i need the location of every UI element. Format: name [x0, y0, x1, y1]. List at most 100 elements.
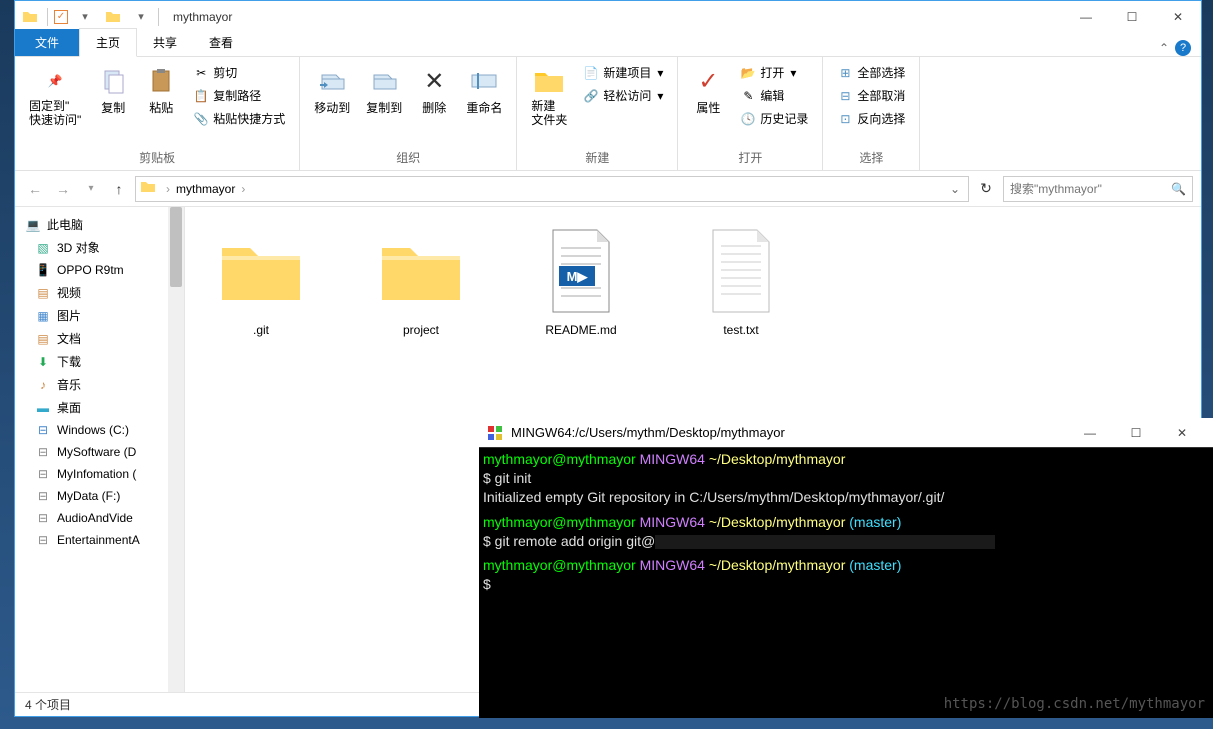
redacted-text — [655, 535, 995, 549]
new-item-button[interactable]: 📄新建项目▾ — [577, 61, 669, 84]
recent-dropdown[interactable]: ▾ — [79, 177, 103, 201]
terminal-body[interactable]: mythmayor@mythmayor MINGW64 ~/Desktop/my… — [479, 448, 1213, 718]
tab-view[interactable]: 查看 — [193, 29, 249, 56]
tree-this-pc[interactable]: 💻此电脑 — [15, 213, 184, 236]
rename-button[interactable]: 重命名 — [460, 61, 508, 120]
git-bash-icon — [487, 425, 503, 441]
maximize-button[interactable]: ☐ — [1113, 418, 1159, 448]
breadcrumb-dropdown[interactable]: ⌄ — [946, 182, 964, 196]
desktop-icon: ▬ — [35, 400, 51, 416]
ribbon-group-new: 新建 文件夹 📄新建项目▾ 🔗轻松访问▾ 新建 — [517, 57, 678, 170]
tree-3d-objects[interactable]: ▧3D 对象 — [15, 236, 184, 259]
copy-button[interactable]: 复制 — [91, 61, 135, 120]
documents-icon: ▤ — [35, 331, 51, 347]
terminal-title-bar: MINGW64:/c/Users/mythm/Desktop/mythmayor… — [479, 418, 1213, 448]
tab-file[interactable]: 文件 — [15, 29, 79, 56]
tree-drive-e[interactable]: ⊟MyInfomation ( — [15, 463, 184, 485]
tree-drive-d[interactable]: ⊟MySoftware (D — [15, 441, 184, 463]
txt-file-icon — [693, 223, 789, 319]
window-controls: — ☐ ✕ — [1063, 2, 1201, 32]
chevron-up-icon: ⌃ — [1159, 41, 1169, 55]
minimize-button[interactable]: — — [1067, 418, 1113, 448]
tree-drive-g[interactable]: ⊟AudioAndVide — [15, 507, 184, 529]
cut-button[interactable]: ✂剪切 — [187, 61, 291, 84]
file-item-test[interactable]: test.txt — [681, 223, 801, 337]
3d-icon: ▧ — [35, 240, 51, 256]
ribbon-collapse[interactable]: ⌃? — [1159, 40, 1201, 56]
nav-tree[interactable]: 💻此电脑 ▧3D 对象 📱OPPO R9tm ▤视频 ▦图片 ▤文档 ⬇下载 ♪… — [15, 207, 185, 692]
tree-documents[interactable]: ▤文档 — [15, 327, 184, 350]
item-count: 4 个项目 — [25, 696, 71, 713]
breadcrumb[interactable]: › mythmayor › ⌄ — [135, 176, 969, 202]
back-button[interactable]: ← — [23, 177, 47, 201]
dropdown-icon[interactable]: ▾ — [130, 6, 152, 28]
terminal-title: MINGW64:/c/Users/mythm/Desktop/mythmayor — [511, 425, 785, 440]
folder-icon — [373, 223, 469, 319]
refresh-button[interactable]: ↻ — [973, 176, 999, 202]
drive-icon: ⊟ — [35, 466, 51, 482]
dropdown-icon[interactable]: ▾ — [74, 6, 96, 28]
folder-icon — [140, 179, 160, 199]
new-folder-button[interactable]: 新建 文件夹 — [525, 61, 573, 132]
close-button[interactable]: ✕ — [1155, 2, 1201, 32]
terminal-window-controls: — ☐ ✕ — [1067, 418, 1205, 448]
breadcrumb-item[interactable]: mythmayor — [172, 182, 239, 196]
paste-shortcut-button[interactable]: 📎粘贴快捷方式 — [187, 107, 291, 130]
select-all-button[interactable]: ⊞全部选择 — [831, 61, 911, 84]
scrollbar[interactable] — [168, 207, 184, 692]
tree-drive-c[interactable]: ⊟Windows (C:) — [15, 419, 184, 441]
tree-music[interactable]: ♪音乐 — [15, 373, 184, 396]
close-button[interactable]: ✕ — [1159, 418, 1205, 448]
up-button[interactable]: ↑ — [107, 177, 131, 201]
chevron-down-icon: ▾ — [790, 66, 796, 80]
copy-path-button[interactable]: 📋复制路径 — [187, 84, 291, 107]
copy-to-button[interactable]: 复制到 — [360, 61, 408, 120]
easy-access-button[interactable]: 🔗轻松访问▾ — [577, 84, 669, 107]
chevron-right-icon[interactable]: › — [164, 182, 172, 196]
cut-icon: ✂ — [193, 65, 209, 81]
open-button[interactable]: 📂打开▾ — [734, 61, 814, 84]
scrollbar-thumb[interactable] — [170, 207, 182, 287]
edit-button[interactable]: ✎编辑 — [734, 84, 814, 107]
minimize-button[interactable]: — — [1063, 2, 1109, 32]
select-none-button[interactable]: ⊟全部取消 — [831, 84, 911, 107]
tab-share[interactable]: 共享 — [137, 29, 193, 56]
phone-icon: 📱 — [35, 262, 51, 278]
tree-downloads[interactable]: ⬇下载 — [15, 350, 184, 373]
search-icon[interactable]: 🔍 — [1171, 182, 1186, 196]
maximize-button[interactable]: ☐ — [1109, 2, 1155, 32]
group-label: 选择 — [831, 147, 911, 168]
delete-icon: ✕ — [418, 65, 450, 97]
select-all-icon: ⊞ — [837, 65, 853, 81]
properties-button[interactable]: ✓属性 — [686, 61, 730, 120]
copy-to-icon — [368, 65, 400, 97]
tree-pictures[interactable]: ▦图片 — [15, 304, 184, 327]
ribbon-group-select: ⊞全部选择 ⊟全部取消 ⊡反向选择 选择 — [823, 57, 920, 170]
chevron-right-icon[interactable]: › — [239, 182, 247, 196]
tree-drive-f[interactable]: ⊟MyData (F:) — [15, 485, 184, 507]
checkbox-icon[interactable]: ✓ — [54, 10, 68, 24]
file-item-project[interactable]: project — [361, 223, 481, 337]
file-item-git[interactable]: .git — [201, 223, 321, 337]
delete-button[interactable]: ✕删除 — [412, 61, 456, 120]
history-button[interactable]: 🕓历史记录 — [734, 107, 814, 130]
terminal-line: mythmayor@mythmayor MINGW64 ~/Desktop/my… — [483, 556, 1209, 575]
ribbon-tabs: 文件 主页 共享 查看 ⌃? — [15, 32, 1201, 57]
tree-oppo[interactable]: 📱OPPO R9tm — [15, 259, 184, 281]
invert-icon: ⊡ — [837, 111, 853, 127]
tree-drive-h[interactable]: ⊟EntertainmentA — [15, 529, 184, 551]
forward-button[interactable]: → — [51, 177, 75, 201]
search-input[interactable] — [1010, 182, 1171, 196]
pin-button[interactable]: 📌固定到" 快速访问" — [23, 61, 87, 132]
tab-home[interactable]: 主页 — [79, 28, 137, 57]
search-box[interactable]: 🔍 — [1003, 176, 1193, 202]
tree-videos[interactable]: ▤视频 — [15, 281, 184, 304]
file-item-readme[interactable]: M▶ README.md — [521, 223, 641, 337]
paste-button[interactable]: 粘贴 — [139, 61, 183, 120]
help-icon[interactable]: ? — [1175, 40, 1191, 56]
terminal-line: $ — [483, 575, 1209, 594]
tree-desktop[interactable]: ▬桌面 — [15, 396, 184, 419]
move-to-button[interactable]: 移动到 — [308, 61, 356, 120]
group-label: 剪贴板 — [23, 147, 291, 168]
invert-selection-button[interactable]: ⊡反向选择 — [831, 107, 911, 130]
